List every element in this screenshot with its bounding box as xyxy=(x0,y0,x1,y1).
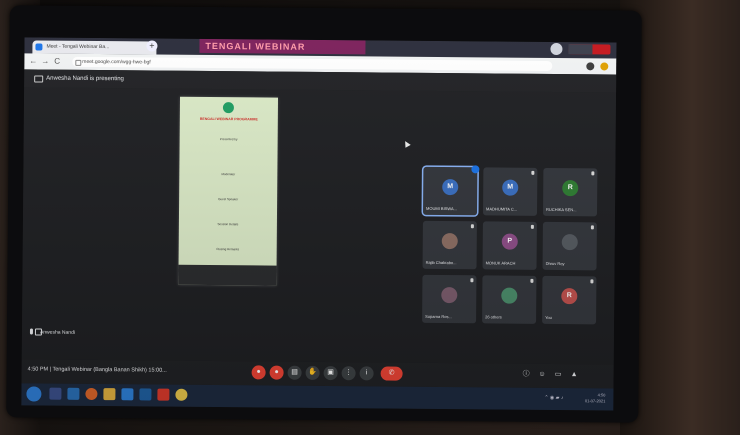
extension-icon[interactable] xyxy=(586,62,595,71)
tab-title: Meet - Tengali Webinar Ba... xyxy=(46,43,110,51)
slide-line: BENGALI WEBINAR PROGRAMME xyxy=(199,116,258,122)
forward-icon[interactable]: → xyxy=(41,57,49,66)
participant-tile[interactable]: Dhruv Roy xyxy=(542,221,597,271)
presenting-text: Anwesha Nandi is presenting xyxy=(46,75,124,83)
slide-logo-icon xyxy=(222,102,234,114)
captions-icon[interactable]: ▤ xyxy=(287,365,302,380)
avatar xyxy=(561,234,578,251)
end-call-button[interactable]: ✆ xyxy=(380,366,403,381)
participant-tile[interactable]: R RUCHIKA SEN... xyxy=(542,167,598,217)
participant-tile[interactable]: M MOUMI BISWA... xyxy=(422,165,480,216)
url-text: meet.google.com/wgg-hwe-bgf xyxy=(82,58,151,66)
slide-line: Closing Remarks xyxy=(216,247,240,252)
participant-name: You xyxy=(545,314,552,320)
participant-tile[interactable]: M MADHUMITA C... xyxy=(482,167,538,216)
pin-badge-icon xyxy=(471,165,480,174)
meeting-stage: BENGALI WEBINAR PROGRAMME Presented by M… xyxy=(21,87,617,365)
more-options-icon[interactable]: ⋮ xyxy=(341,366,356,381)
start-button-icon[interactable] xyxy=(26,386,42,402)
mic-off-icon xyxy=(530,278,534,283)
participant-name: MOUMI BISWA... xyxy=(426,205,458,212)
mouse-cursor-icon xyxy=(402,139,411,148)
slide-line: Presented by xyxy=(219,137,238,142)
participant-tile[interactable]: R You xyxy=(542,275,597,325)
mic-off-icon xyxy=(470,278,474,283)
minimize-icon[interactable] xyxy=(568,44,593,55)
avatar: R xyxy=(561,288,578,305)
back-icon[interactable]: ← xyxy=(29,56,37,65)
mail-icon[interactable] xyxy=(49,387,62,400)
mic-off-icon xyxy=(591,171,595,176)
new-tab-button[interactable]: + xyxy=(146,40,158,52)
participant-tile[interactable]: P MONUK ARACH xyxy=(482,221,537,270)
participant-tile[interactable]: 26 others xyxy=(482,275,537,324)
mic-off-icon xyxy=(590,225,594,230)
present-screen-icon xyxy=(34,75,44,83)
people-icon[interactable]: ☺ xyxy=(538,370,547,379)
word-icon[interactable] xyxy=(67,387,80,400)
activities-icon[interactable]: ▲ xyxy=(570,370,579,379)
participant-name: RUCHIKA SEN... xyxy=(546,206,577,213)
chrome-icon[interactable] xyxy=(175,388,188,401)
browser-tab[interactable]: Meet - Tengali Webinar Ba... × xyxy=(32,40,157,55)
profile-icon[interactable] xyxy=(550,42,563,56)
clock-date: 01-07-2021 xyxy=(584,398,606,404)
folder-icon[interactable] xyxy=(103,388,116,401)
mic-off-icon xyxy=(470,224,474,229)
edge-icon[interactable] xyxy=(121,388,134,401)
screen-banner: TENGALI WEBINAR xyxy=(199,38,366,55)
shared-slide: BENGALI WEBINAR PROGRAMME Presented by M… xyxy=(178,96,279,286)
avatar: R xyxy=(562,180,579,197)
slide-line: Moderator xyxy=(221,172,236,177)
url-input[interactable]: meet.google.com/wgg-hwe-bgf xyxy=(72,56,553,71)
system-tray-icon[interactable]: ⌃ ◉ ▰ ♪ xyxy=(544,395,563,401)
participant-name: Suparna Ros... xyxy=(425,313,452,320)
lock-icon xyxy=(75,59,82,66)
slide-line: Guest Speaker xyxy=(218,197,239,202)
participant-tile[interactable]: Suparna Ros... xyxy=(422,274,477,324)
laptop-bezel: Meet - Tengali Webinar Ba... × + TENGALI… xyxy=(6,5,642,423)
laptop-screen: Meet - Tengali Webinar Ba... × + TENGALI… xyxy=(21,37,617,411)
meeting-info: 4:50 PM | Tengali Webinar (Bangla Banan … xyxy=(27,366,167,374)
avatar xyxy=(501,287,518,304)
info-icon[interactable]: i xyxy=(359,366,374,381)
firefox-icon[interactable] xyxy=(85,387,98,401)
avatar: M xyxy=(502,179,519,196)
mic-off-icon xyxy=(530,224,534,229)
present-now-icon[interactable]: ▣ xyxy=(323,366,338,381)
window-controls[interactable] xyxy=(568,44,611,55)
mic-toggle-icon[interactable]: ● xyxy=(251,365,266,380)
avatar xyxy=(441,233,458,250)
mic-off-icon xyxy=(590,279,594,284)
avatar: M xyxy=(442,179,459,196)
app-icon[interactable] xyxy=(139,388,152,401)
windows-taskbar: ⌃ ◉ ▰ ♪ 4:50 01-07-2021 xyxy=(21,383,614,411)
menu-icon[interactable] xyxy=(600,62,609,71)
chat-icon[interactable]: ▭ xyxy=(554,370,563,379)
participant-name: MONUK ARACH xyxy=(485,260,516,266)
participant-tile[interactable]: Rajib Chakrabo... xyxy=(422,220,477,270)
avatar xyxy=(441,287,458,304)
pdf-icon[interactable] xyxy=(157,388,170,401)
avatar: P xyxy=(501,233,518,250)
participant-name: 26 others xyxy=(485,314,502,320)
slide-line: Session Details xyxy=(217,222,239,227)
meet-favicon-icon xyxy=(35,43,43,51)
clock-time: 4:50 xyxy=(597,392,606,398)
taskbar-clock[interactable]: 4:50 01-07-2021 xyxy=(585,392,606,404)
camera-toggle-icon[interactable]: ● xyxy=(269,365,284,380)
slide-footer xyxy=(178,264,277,286)
raise-hand-icon[interactable]: ✋ xyxy=(305,365,320,380)
details-icon[interactable]: ⓘ xyxy=(522,370,531,379)
reload-icon[interactable]: C xyxy=(54,57,60,66)
mic-off-icon xyxy=(531,170,535,175)
presenter-name: Anwesha Nandi xyxy=(39,329,76,336)
participant-name: Rajib Chakrabo... xyxy=(425,259,457,266)
participant-name: MADHUMITA C... xyxy=(486,206,518,212)
participant-name: Dhruv Roy xyxy=(545,260,565,267)
mic-icon xyxy=(29,328,33,335)
